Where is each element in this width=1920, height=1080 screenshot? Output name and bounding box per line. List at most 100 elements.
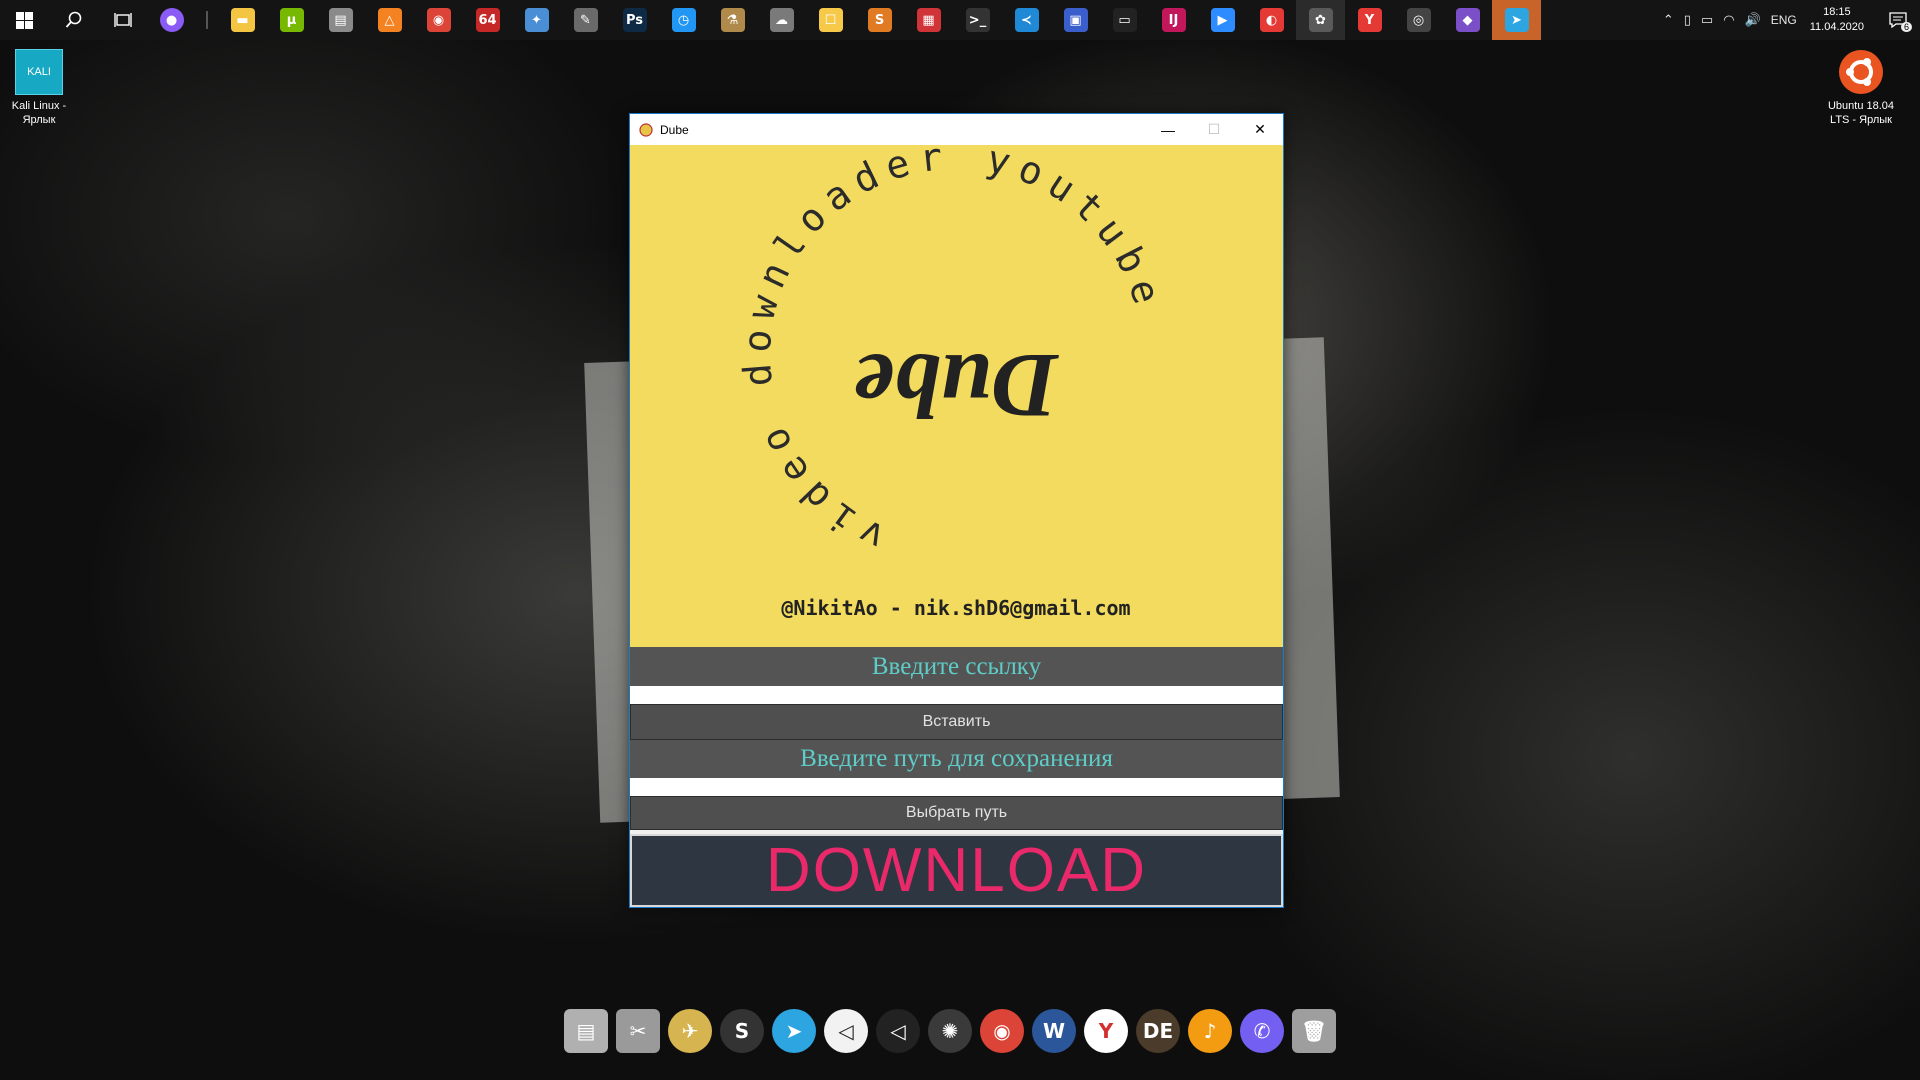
- taskbar-app-timer-app[interactable]: ◷: [659, 0, 708, 40]
- download-button[interactable]: DOWNLOAD: [630, 834, 1283, 907]
- chevron-up-icon[interactable]: ⌃: [1663, 13, 1674, 28]
- taskbar-app-zoom[interactable]: ▶: [1198, 0, 1247, 40]
- chrome-icon: ◉: [426, 8, 451, 32]
- dock-item-chrome[interactable]: ◉: [976, 1005, 1028, 1057]
- dock-item-sublime-text[interactable]: S: [716, 1005, 768, 1057]
- taskbar-app-alice[interactable]: ●: [147, 0, 196, 40]
- dock-item-preview[interactable]: ▤: [560, 1005, 612, 1057]
- taskbar-app-avast[interactable]: △: [365, 0, 414, 40]
- desktop-icon-ubuntu[interactable]: Ubuntu 18.04 LTS - Ярлык: [1822, 48, 1900, 127]
- phone-icon[interactable]: ▯: [1684, 13, 1691, 28]
- language-indicator[interactable]: ENG: [1771, 13, 1797, 27]
- dock-item-yandex-browser[interactable]: Y: [1080, 1005, 1132, 1057]
- file-explorer-icon: ▬: [230, 8, 255, 32]
- clock-date: 11.04.2020: [1809, 21, 1864, 33]
- minimize-button[interactable]: —: [1145, 114, 1191, 145]
- taskbar-app-ms-office[interactable]: ▦: [904, 0, 953, 40]
- choose-path-button[interactable]: Выбрать путь: [630, 796, 1283, 830]
- dock-item-unity[interactable]: ◁: [820, 1005, 872, 1057]
- intellij-icon: IJ: [1161, 8, 1186, 32]
- taskbar-app-picker-app[interactable]: ⚗: [708, 0, 757, 40]
- credit-text: @NikitAo - nik.shD6@gmail.com: [781, 596, 1130, 620]
- sublime-text-icon: S: [867, 8, 892, 32]
- dock-item-unity-hub[interactable]: ◁: [872, 1005, 924, 1057]
- taskbar-app-disk-tool[interactable]: ▤: [316, 0, 365, 40]
- system-tray: ⌃ ▯ ▭ ◠ 🔊 ENG 18:15 11.04.2020 6: [1658, 0, 1920, 40]
- title-bar[interactable]: Dube — ☐ ✕: [630, 114, 1283, 145]
- taskbar-app-terminal[interactable]: >_: [953, 0, 1002, 40]
- taskbar-app-yandex-browser[interactable]: Y: [1345, 0, 1394, 40]
- save-path-input[interactable]: [630, 778, 1283, 796]
- paste-button[interactable]: Вставить: [630, 704, 1283, 740]
- word-icon: W: [1032, 1009, 1076, 1053]
- taskbar-app-python-app[interactable]: ✿: [1296, 0, 1345, 40]
- cloud-app-icon: ☁: [769, 8, 794, 32]
- app-icon: [638, 122, 654, 138]
- unity-hub-icon: ◁: [876, 1009, 920, 1053]
- taskbar-app-intellij[interactable]: IJ: [1149, 0, 1198, 40]
- dock-item-viber[interactable]: ✆: [1236, 1005, 1288, 1057]
- wifi-icon[interactable]: ◠: [1723, 13, 1734, 28]
- taskbar-app-chrome[interactable]: ◉: [414, 0, 463, 40]
- taskbar-separator: [206, 11, 208, 29]
- link-label: Введите ссылку: [630, 647, 1283, 686]
- maximize-button[interactable]: ☐: [1191, 114, 1237, 145]
- search-button[interactable]: [49, 0, 98, 40]
- taskbar-app-visual-studio[interactable]: ◆: [1443, 0, 1492, 40]
- zoom-icon: ▶: [1210, 8, 1235, 32]
- avast-icon: △: [377, 8, 402, 32]
- preview-icon: ▤: [564, 1009, 608, 1053]
- dock-item-trash[interactable]: 🗑: [1288, 1005, 1340, 1057]
- taskbar-app-yandex-disk[interactable]: ☐: [806, 0, 855, 40]
- taskbar-app-pen-tool[interactable]: ✎: [561, 0, 610, 40]
- window-title: Dube: [660, 122, 689, 137]
- taskbar-app-file-explorer[interactable]: ▬: [218, 0, 267, 40]
- taskbar-app-aida64[interactable]: 64: [463, 0, 512, 40]
- close-button[interactable]: ✕: [1237, 114, 1283, 145]
- desktop-icon-label: Ubuntu 18.04 LTS - Ярлык: [1827, 100, 1895, 126]
- dock-item-fl-studio[interactable]: ♪: [1184, 1005, 1236, 1057]
- terminal-icon: >_: [965, 8, 990, 32]
- dock-item-scissors-tool[interactable]: ✂: [612, 1005, 664, 1057]
- dock-item-blender-app[interactable]: ✺: [924, 1005, 976, 1057]
- taskbar-app-utorrent[interactable]: μ: [267, 0, 316, 40]
- photoshop-icon: Ps: [622, 8, 647, 32]
- yandex-browser-icon: Y: [1357, 8, 1382, 32]
- taskbar-app-cloud-app[interactable]: ☁: [757, 0, 806, 40]
- taskbar-app-satellite-app[interactable]: ✦: [512, 0, 561, 40]
- taskbar-app-photoshop[interactable]: Ps: [610, 0, 659, 40]
- aida64-icon: 64: [475, 8, 500, 32]
- pen-tool-icon: ✎: [573, 8, 598, 32]
- battery-icon[interactable]: ▭: [1701, 13, 1713, 28]
- alice-icon: ●: [159, 8, 184, 32]
- cmd-icon: ▭: [1112, 8, 1137, 32]
- dock-item-telegram[interactable]: ➤: [768, 1005, 820, 1057]
- vscode-icon: ≺: [1014, 8, 1039, 32]
- taskbar-app-telegram[interactable]: ➤: [1492, 0, 1541, 40]
- taskbar-app-cmd[interactable]: ▭: [1100, 0, 1149, 40]
- color-app-icon: ◐: [1259, 8, 1284, 32]
- link-input[interactable]: [630, 686, 1283, 704]
- timer-app-icon: ◷: [671, 8, 696, 32]
- clock[interactable]: 18:15 11.04.2020: [1810, 5, 1864, 35]
- task-view-icon: [113, 13, 132, 27]
- dock-item-word[interactable]: W: [1028, 1005, 1080, 1057]
- start-button[interactable]: [0, 0, 49, 40]
- logo-banner: video downloader youtube Dube @NikitAo -…: [630, 133, 1283, 647]
- dock-item-plane-app[interactable]: ✈: [664, 1005, 716, 1057]
- telegram-icon: ➤: [772, 1009, 816, 1053]
- notification-center-button[interactable]: 6: [1876, 0, 1920, 40]
- taskbar-app-color-app[interactable]: ◐: [1247, 0, 1296, 40]
- desktop-icon-kali[interactable]: KALI Kali Linux - Ярлык: [0, 48, 78, 127]
- kali-icon: KALI: [15, 49, 63, 95]
- logo-text: Dube: [854, 335, 1059, 437]
- dock-item-dbeaver[interactable]: DE: [1132, 1005, 1184, 1057]
- satellite-app-icon: ✦: [524, 8, 549, 32]
- taskbar-app-unity[interactable]: ◎: [1394, 0, 1443, 40]
- taskbar-app-save-app[interactable]: ▣: [1051, 0, 1100, 40]
- taskbar-app-vscode[interactable]: ≺: [1002, 0, 1051, 40]
- task-view-button[interactable]: [98, 0, 147, 40]
- clock-time: 18:15: [1823, 6, 1851, 18]
- volume-icon[interactable]: 🔊: [1745, 13, 1761, 28]
- taskbar-app-sublime-text[interactable]: S: [855, 0, 904, 40]
